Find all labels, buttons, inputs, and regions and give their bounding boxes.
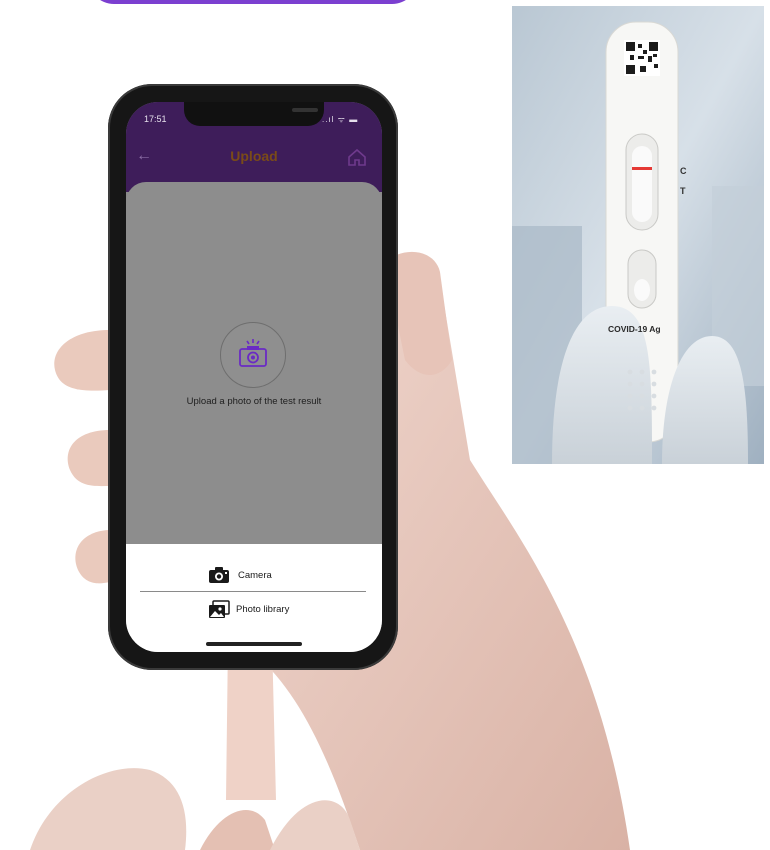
camera-icon bbox=[209, 567, 229, 583]
cassette-label: COVID-19 Ag bbox=[608, 324, 661, 334]
test-cassette-illustration bbox=[512, 6, 764, 464]
test-marker: T bbox=[680, 186, 686, 196]
camera-label: Camera bbox=[238, 570, 272, 581]
home-indicator bbox=[206, 642, 302, 646]
phone-notch bbox=[184, 102, 324, 126]
control-marker: C bbox=[680, 166, 687, 176]
photo-library-option[interactable]: Photo library bbox=[126, 592, 382, 626]
photo-library-icon bbox=[209, 600, 230, 618]
status-icons: ..ıl ᯤ ▬ bbox=[322, 115, 359, 124]
page-title: Upload bbox=[230, 148, 278, 164]
upload-button[interactable] bbox=[220, 322, 286, 388]
camera-option[interactable]: Camera bbox=[126, 556, 382, 590]
arrow-left-icon[interactable]: ← bbox=[134, 146, 154, 166]
speaker-grille bbox=[292, 108, 318, 112]
phone-screen: 17:51 ..ıl ᯤ ▬ ← Upload Upload a photo o… bbox=[126, 102, 382, 652]
upload-instructions: Upload a photo of the test result bbox=[186, 396, 322, 407]
source-action-sheet: Camera Photo library bbox=[126, 544, 382, 652]
test-cassette-photo: C T COVID-19 Ag bbox=[512, 6, 764, 464]
photo-library-label: Photo library bbox=[236, 604, 290, 615]
home-icon[interactable] bbox=[346, 146, 368, 168]
status-time: 17:51 bbox=[144, 114, 167, 124]
camera-upload-icon bbox=[239, 339, 267, 367]
